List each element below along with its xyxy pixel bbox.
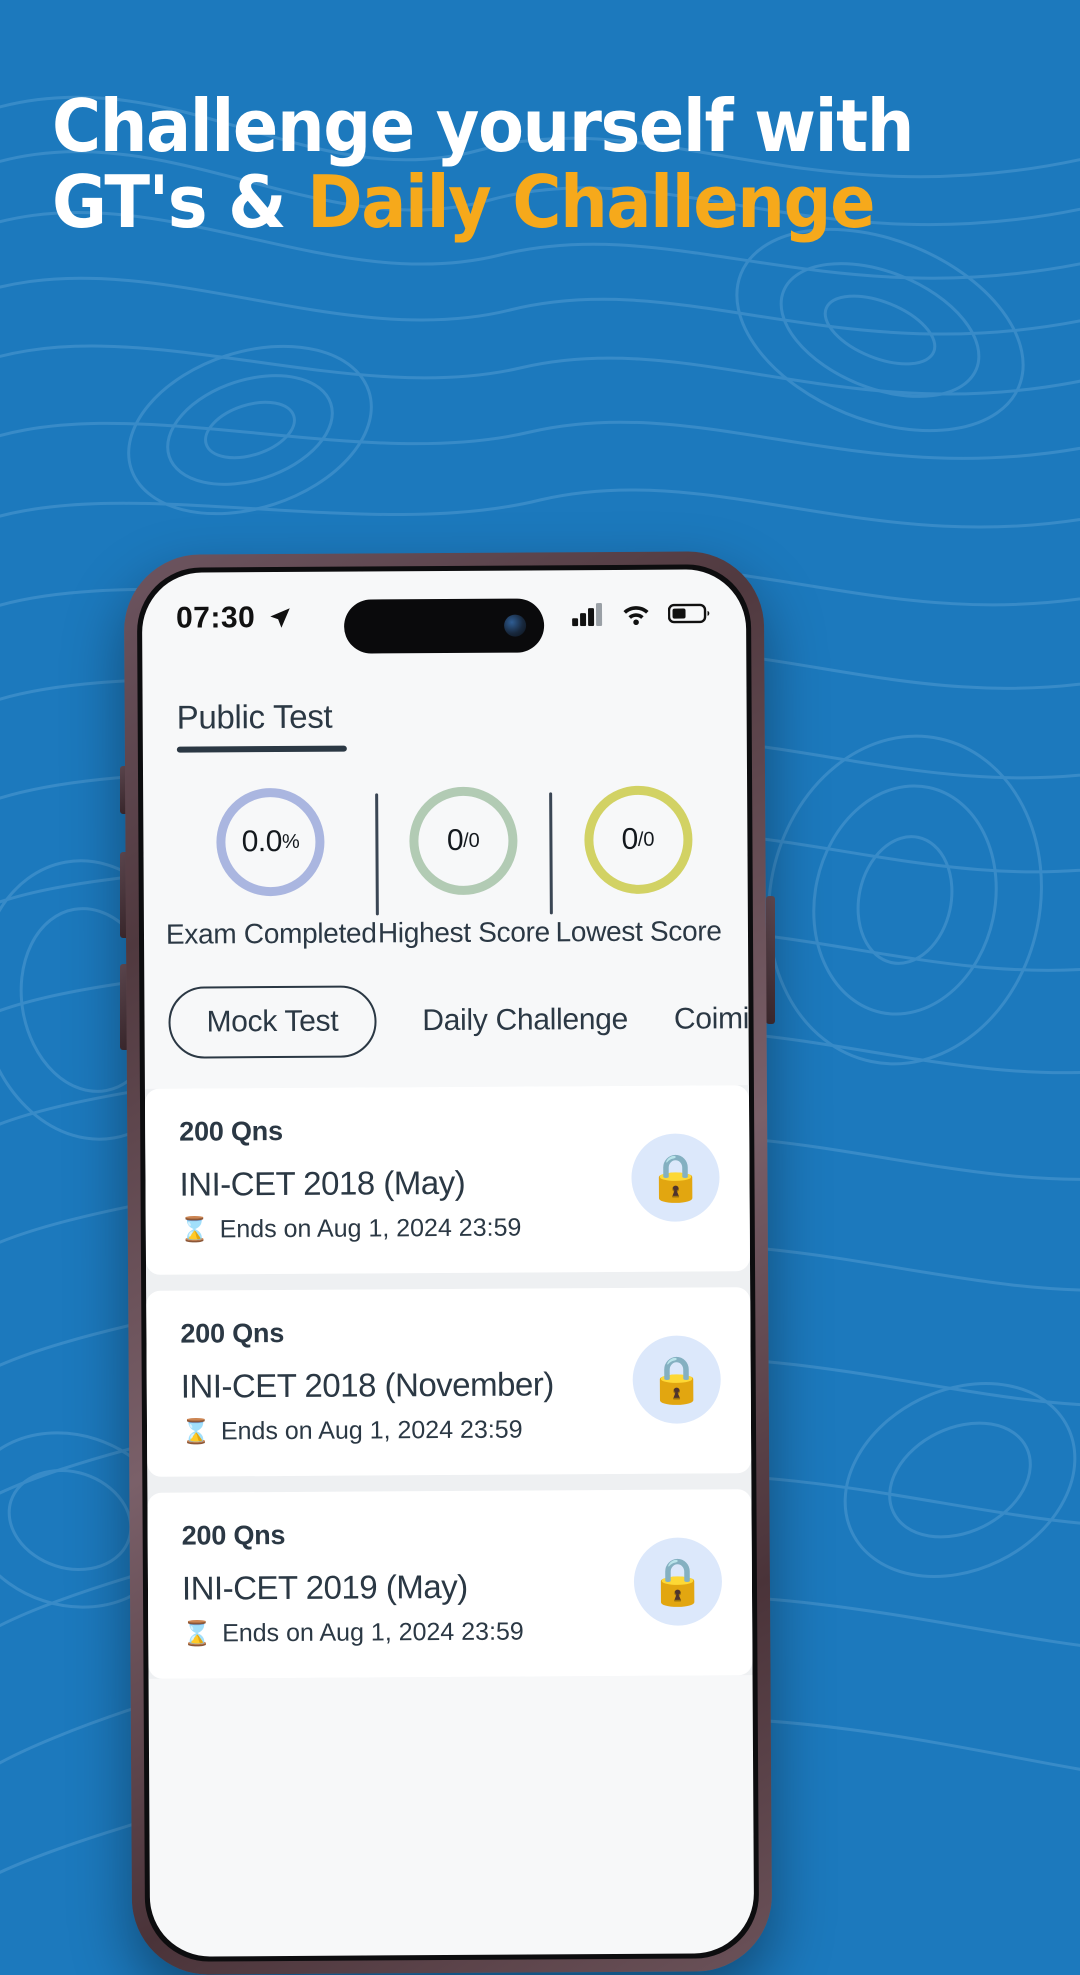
stat-unit: /0 bbox=[463, 829, 480, 852]
status-clock: 07:30 bbox=[175, 601, 256, 635]
test-title: INI-CET 2018 (November) bbox=[180, 1365, 554, 1405]
headline-line-2-accent: Daily Challenge bbox=[307, 160, 875, 245]
stat-lowest-score: 0 /0 Lowest Score bbox=[550, 785, 726, 948]
page-title: Public Test bbox=[176, 697, 333, 736]
test-end-date-label: Ends on Aug 1, 2024 23:59 bbox=[222, 1617, 524, 1648]
stat-value: 0 bbox=[621, 822, 638, 856]
page-header: Public Test bbox=[142, 661, 747, 753]
test-title: INI-CET 2018 (May) bbox=[179, 1163, 466, 1203]
hourglass-icon: ⌛ bbox=[180, 1418, 212, 1446]
battery-icon bbox=[667, 601, 712, 630]
phone-bezel: 07:30 Public Test 0.0 % Exam Completed 0… bbox=[136, 564, 760, 1962]
test-end-date: ⌛ Ends on Aug 1, 2024 23:59 bbox=[181, 1415, 617, 1447]
stat-label: Lowest Score bbox=[555, 915, 722, 948]
status-bar: 07:30 bbox=[142, 569, 747, 665]
headline-line-1: Challenge yourself with bbox=[52, 84, 914, 168]
lock-icon[interactable]: 🔒 bbox=[631, 1133, 720, 1222]
lock-icon[interactable]: 🔒 bbox=[632, 1335, 721, 1424]
test-question-count: 200 Qns bbox=[180, 1318, 285, 1349]
progress-ring-lowest-score: 0 /0 bbox=[583, 785, 693, 895]
tab-coiming-soon[interactable]: Coiming Soon bbox=[674, 1001, 749, 1036]
lock-icon[interactable]: 🔒 bbox=[633, 1537, 723, 1626]
test-end-date-label: Ends on Aug 1, 2024 23:59 bbox=[219, 1213, 522, 1244]
wifi-icon bbox=[620, 601, 652, 630]
test-card[interactable]: 200 Qns INI-CET 2018 (November) ⌛ Ends o… bbox=[146, 1287, 752, 1477]
stat-highest-score: 0 /0 Highest Score bbox=[376, 786, 552, 949]
phone-mockup: 07:30 Public Test 0.0 % Exam Completed 0… bbox=[123, 551, 773, 1975]
test-card-content: 200 Qns INI-CET 2018 (May) ⌛ Ends on Aug… bbox=[179, 1114, 616, 1245]
tab-mock-test[interactable]: Mock Test bbox=[168, 985, 377, 1059]
stat-value: 0 bbox=[446, 823, 464, 857]
category-tabs[interactable]: Mock Test Daily Challenge Coiming Soon bbox=[144, 947, 749, 1089]
stat-label: Exam Completed bbox=[165, 917, 377, 950]
status-indicators bbox=[572, 601, 712, 631]
dynamic-island bbox=[343, 598, 545, 654]
cellular-signal-icon bbox=[572, 602, 604, 631]
promo-headline: Challenge yourself with GT's & Daily Cha… bbox=[52, 88, 963, 241]
hourglass-icon: ⌛ bbox=[179, 1216, 210, 1244]
test-title: INI-CET 2019 (May) bbox=[181, 1567, 468, 1607]
test-card-content: 200 Qns INI-CET 2018 (November) ⌛ Ends o… bbox=[180, 1316, 617, 1447]
stats-summary: 0.0 % Exam Completed 0 /0 Highest Score … bbox=[143, 749, 748, 951]
test-end-date: ⌛ Ends on Aug 1, 2024 23:59 bbox=[180, 1213, 616, 1245]
stat-unit: /0 bbox=[637, 828, 655, 851]
stat-unit: % bbox=[281, 830, 300, 853]
test-question-count: 200 Qns bbox=[181, 1519, 286, 1551]
test-card[interactable]: 200 Qns INI-CET 2018 (May) ⌛ Ends on Aug… bbox=[144, 1085, 751, 1275]
phone-screen: 07:30 Public Test 0.0 % Exam Completed 0… bbox=[141, 569, 755, 1957]
test-question-count: 200 Qns bbox=[179, 1116, 283, 1147]
stat-exam-completed: 0.0 % Exam Completed bbox=[165, 787, 377, 950]
stat-value: 0.0 bbox=[241, 825, 283, 859]
test-card[interactable]: 200 Qns INI-CET 2019 (May) ⌛ Ends on Aug… bbox=[147, 1489, 753, 1679]
test-list: 200 Qns INI-CET 2018 (May) ⌛ Ends on Aug… bbox=[144, 1085, 753, 1679]
progress-ring-exam-completed: 0.0 % bbox=[216, 787, 326, 897]
test-card-content: 200 Qns INI-CET 2019 (May) ⌛ Ends on Aug… bbox=[182, 1518, 619, 1649]
hourglass-icon: ⌛ bbox=[182, 1620, 213, 1648]
test-end-date: ⌛ Ends on Aug 1, 2024 23:59 bbox=[182, 1617, 618, 1649]
headline-line-2-prefix: GT's & bbox=[52, 160, 308, 245]
stat-label: Highest Score bbox=[377, 916, 550, 949]
location-arrow-icon bbox=[267, 605, 293, 631]
phone-power-button[interactable] bbox=[766, 896, 775, 1024]
test-end-date-label: Ends on Aug 1, 2024 23:59 bbox=[220, 1415, 523, 1446]
front-camera-icon bbox=[504, 614, 527, 637]
progress-ring-highest-score: 0 /0 bbox=[409, 786, 518, 896]
tab-daily-challenge[interactable]: Daily Challenge bbox=[422, 1003, 628, 1038]
